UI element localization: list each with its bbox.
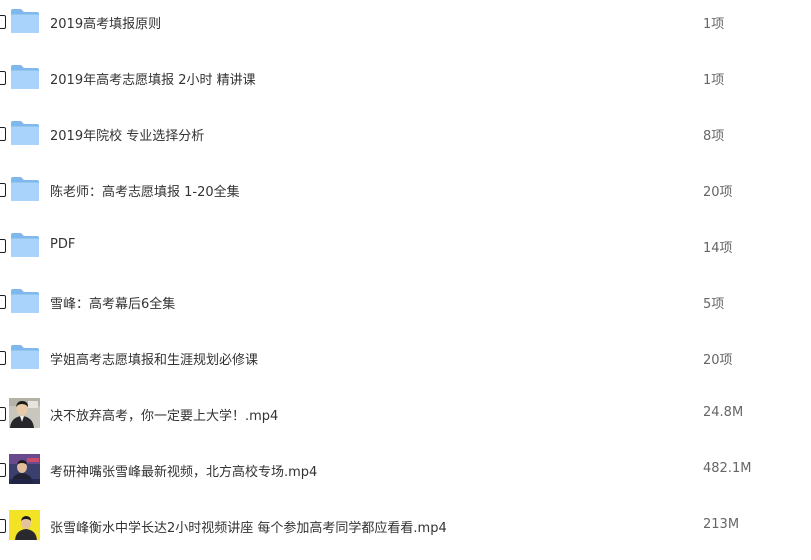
file-row-folder[interactable]: PDF 14项 xyxy=(0,224,811,280)
file-name[interactable]: 2019年高考志愿填报 2小时 精讲课 xyxy=(50,69,256,88)
file-size: 24.8M xyxy=(703,405,744,420)
file-name[interactable]: 陈老师：高考志愿填报 1-20全集 xyxy=(50,181,240,200)
folder-icon xyxy=(11,345,39,369)
file-row-video[interactable]: 决不放弃高考，你一定要上大学！.mp4 24.8M xyxy=(0,392,811,448)
file-size: 14项 xyxy=(703,241,733,256)
folder-icon xyxy=(11,9,39,33)
row-checkbox[interactable] xyxy=(0,463,6,477)
row-checkbox[interactable] xyxy=(0,71,6,85)
video-thumbnail xyxy=(9,454,40,484)
file-name[interactable]: 2019高考填报原则 xyxy=(50,13,161,32)
row-checkbox[interactable] xyxy=(0,351,6,365)
file-row-folder[interactable]: 陈老师：高考志愿填报 1-20全集 20项 xyxy=(0,168,811,224)
file-row-video[interactable]: 考研神嘴张雪峰最新视频，北方高校专场.mp4 482.1M xyxy=(0,448,811,504)
folder-icon xyxy=(11,289,39,313)
file-size: 5项 xyxy=(703,297,725,312)
file-row-folder[interactable]: 2019年高考志愿填报 2小时 精讲课 1项 xyxy=(0,56,811,112)
row-checkbox[interactable] xyxy=(0,295,6,309)
file-name[interactable]: 学姐高考志愿填报和生涯规划必修课 xyxy=(50,349,258,368)
row-checkbox[interactable] xyxy=(0,127,6,141)
row-checkbox[interactable] xyxy=(0,183,6,197)
video-thumbnail xyxy=(9,510,40,540)
file-row-folder[interactable]: 学姐高考志愿填报和生涯规划必修课 20项 xyxy=(0,336,811,392)
file-name[interactable]: 2019年院校 专业选择分析 xyxy=(50,125,204,144)
file-row-folder[interactable]: 雪峰：高考幕后6全集 5项 xyxy=(0,280,811,336)
file-size: 1项 xyxy=(703,17,725,32)
row-checkbox[interactable] xyxy=(0,239,6,253)
file-row-video[interactable]: 张雪峰衡水中学长达2小时视频讲座 每个参加高考同学都应看看.mp4 213M xyxy=(0,504,811,560)
folder-icon xyxy=(11,121,39,145)
file-name[interactable]: 张雪峰衡水中学长达2小时视频讲座 每个参加高考同学都应看看.mp4 xyxy=(50,517,447,536)
file-size: 8项 xyxy=(703,129,725,144)
folder-icon xyxy=(11,65,39,89)
file-row-folder[interactable]: 2019年院校 专业选择分析 8项 xyxy=(0,112,811,168)
file-size: 482.1M xyxy=(703,461,752,476)
video-thumbnail xyxy=(9,398,40,428)
folder-icon xyxy=(11,233,39,257)
folder-icon xyxy=(11,177,39,201)
row-checkbox[interactable] xyxy=(0,519,6,533)
file-name[interactable]: 雪峰：高考幕后6全集 xyxy=(50,293,175,312)
row-checkbox[interactable] xyxy=(0,407,6,421)
file-size: 20项 xyxy=(703,353,733,368)
file-size: 1项 xyxy=(703,73,725,88)
file-list: 2019高考填报原则 1项 2019年高考志愿填报 2小时 精讲课 1项 201… xyxy=(0,0,811,541)
file-row-folder[interactable]: 2019高考填报原则 1项 xyxy=(0,0,811,56)
file-name[interactable]: 考研神嘴张雪峰最新视频，北方高校专场.mp4 xyxy=(50,461,317,480)
file-size: 213M xyxy=(703,517,740,532)
file-size: 20项 xyxy=(703,185,733,200)
file-name[interactable]: 决不放弃高考，你一定要上大学！.mp4 xyxy=(50,405,278,424)
file-name[interactable]: PDF xyxy=(50,237,75,252)
row-checkbox[interactable] xyxy=(0,15,6,29)
